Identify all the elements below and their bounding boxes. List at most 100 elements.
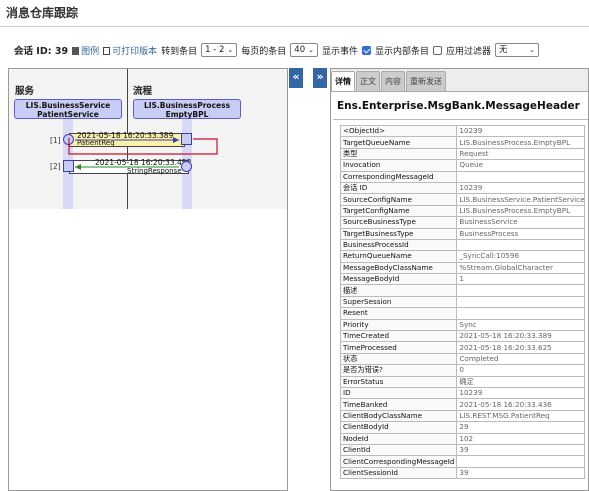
property-row: Priority Sync (339, 318, 586, 332)
toolbar: 会话 ID: 39 图例 可打印版本 转到条目 1 - 2 ⌄ 每页的条目 40 ⌄… (0, 40, 589, 60)
per-page-label: 每页的条目 (241, 46, 287, 57)
title-divider (0, 26, 589, 27)
property-value: BusinessService (456, 216, 586, 229)
detail-pane: 详情 正文 内容 重新发送 Ens.Enterprise.MsgBank.Mes… (330, 68, 589, 491)
property-value: 1 (456, 273, 586, 286)
detail-panel: Ens.Enterprise.MsgBank.MessageHeader <Ob… (331, 91, 588, 490)
property-row: 是否为错误? 0 (339, 364, 586, 377)
printable-version-link[interactable]: 可打印版本 (103, 44, 157, 57)
property-value (456, 455, 586, 468)
property-row: TargetQueueName LIS.BusinessProcess.Empty… (339, 136, 586, 149)
property-value (456, 170, 586, 183)
property-key: TargetBusinessType (339, 227, 458, 240)
property-row: ClientBodyId 29 (339, 421, 586, 434)
chevron-down-icon: ⌄ (308, 46, 314, 54)
property-row: ClientSessionId 39 (339, 466, 586, 480)
property-key: TimeCreated (339, 330, 458, 343)
grid-icon (72, 46, 80, 55)
trace-diagram-pane: 服务 流程 LIS.BusinessService PatientService… (8, 68, 288, 491)
property-value (456, 238, 586, 252)
property-value: Request (456, 147, 586, 161)
property-key: Priority (339, 318, 458, 332)
filter-select[interactable]: 无 ⌄ (495, 43, 540, 57)
property-value: Sync (456, 318, 586, 332)
printable-label: 可打印版本 (112, 46, 158, 57)
property-key: 是否为错误? (339, 364, 458, 377)
property-value: _SyncCall:10596 (456, 250, 586, 263)
property-key: TimeBanked (339, 398, 458, 411)
property-key: MessageBodyClassName (339, 261, 458, 275)
property-value: LIS.BusinessService.PatientService (456, 193, 586, 206)
property-row: ClientId 39 (339, 443, 586, 457)
property-value: %Stream.GlobalCharacter (456, 261, 586, 275)
tab-resend[interactable]: 重新发送 (406, 71, 446, 91)
detail-tabs: 详情 正文 内容 重新发送 (331, 71, 447, 91)
per-page-select[interactable]: 40 ⌄ (290, 43, 318, 57)
collapse-left-button[interactable]: « (289, 68, 303, 88)
property-key: 描述 (339, 284, 458, 297)
property-key: ClientCorrespondingMessageId (339, 455, 458, 468)
property-key: CorrespondingMessageId (339, 170, 458, 183)
arrow-left-icon (75, 164, 81, 170)
property-row: <ObjectId> 10239 (339, 124, 586, 138)
tab-body[interactable]: 正文 (356, 71, 380, 91)
property-key: BusinessProcessId (339, 238, 458, 252)
show-internal-label: 显示内部条目 (375, 46, 430, 57)
property-key: ClientBodyId (339, 421, 458, 434)
property-key: 会话 ID (339, 181, 458, 195)
property-row: TargetConfigName LIS.BusinessProcess.Empt… (339, 204, 586, 218)
property-key: SuperSession (339, 295, 458, 309)
property-row: 类型 Request (339, 147, 586, 161)
property-value: 2021-05-18 16:20:33.625 (456, 341, 586, 354)
detail-divider (333, 119, 588, 120)
property-row: TimeProcessed 2021-05-18 16:20:33.625 (339, 341, 586, 354)
property-value (456, 307, 586, 320)
property-value: 39 (456, 443, 586, 457)
property-value: BusinessProcess (456, 227, 586, 240)
property-key: ClientBodyClassName (339, 409, 458, 423)
property-key: TargetQueueName (339, 136, 458, 149)
property-row: MessageBodyId 1 (339, 273, 586, 286)
property-key: 状态 (339, 352, 458, 366)
property-row: TimeBanked 2021-05-18 16:20:33.436 (339, 398, 586, 411)
property-value: 2021-05-18 16:20:33.436 (456, 398, 586, 411)
legend-label: 图例 (81, 46, 100, 57)
property-row: NodeId 102 (339, 432, 586, 445)
show-internal-checkbox[interactable] (433, 45, 443, 55)
property-row: CorrespondingMessageId (339, 170, 586, 183)
property-key: ErrorStatus (339, 375, 458, 389)
property-value: 10239 (456, 124, 586, 138)
filter-value: 无 (499, 45, 508, 55)
document-icon (103, 46, 111, 55)
property-key: 类型 (339, 147, 458, 161)
property-value: 2021-05-18 16:20:33.389 (456, 330, 586, 343)
property-key: <ObjectId> (339, 124, 458, 138)
property-value: LIS.REST.MSG.PatientReq (456, 409, 586, 423)
property-value: 确定 (456, 375, 586, 389)
diagram-arrows (68, 137, 218, 170)
tab-details[interactable]: 详情 (331, 71, 355, 91)
property-key: ReturnQueueName (339, 250, 458, 263)
property-key: NodeId (339, 432, 458, 445)
property-value (456, 284, 586, 297)
property-value: 10239 (456, 386, 586, 400)
property-value: Queue (456, 159, 586, 172)
collapse-right-button[interactable]: » (313, 68, 327, 88)
property-value: 39 (456, 466, 586, 480)
tab-contents[interactable]: 内容 (381, 71, 405, 91)
session-id-label: 会话 ID: 39 (14, 46, 69, 57)
legend-link[interactable]: 图例 (72, 44, 99, 57)
apply-filter-label: 应用过滤器 (446, 46, 492, 57)
property-row: 描述 (339, 284, 586, 297)
property-row: MessageBodyClassName %Stream.GlobalCharac… (339, 261, 586, 275)
property-row: TargetBusinessType BusinessProcess (339, 227, 586, 240)
arrow-right-icon (173, 137, 179, 143)
property-key: TimeProcessed (339, 341, 458, 354)
goto-select[interactable]: 1 - 2 ⌄ (201, 43, 238, 57)
property-row: ClientCorrespondingMessageId (339, 455, 586, 468)
goto-label: 转到条目 (161, 46, 198, 57)
property-key: Resent (339, 307, 458, 320)
show-events-checkbox[interactable] (362, 45, 372, 55)
property-key: MessageBodyId (339, 273, 458, 286)
property-value: 29 (456, 421, 586, 434)
